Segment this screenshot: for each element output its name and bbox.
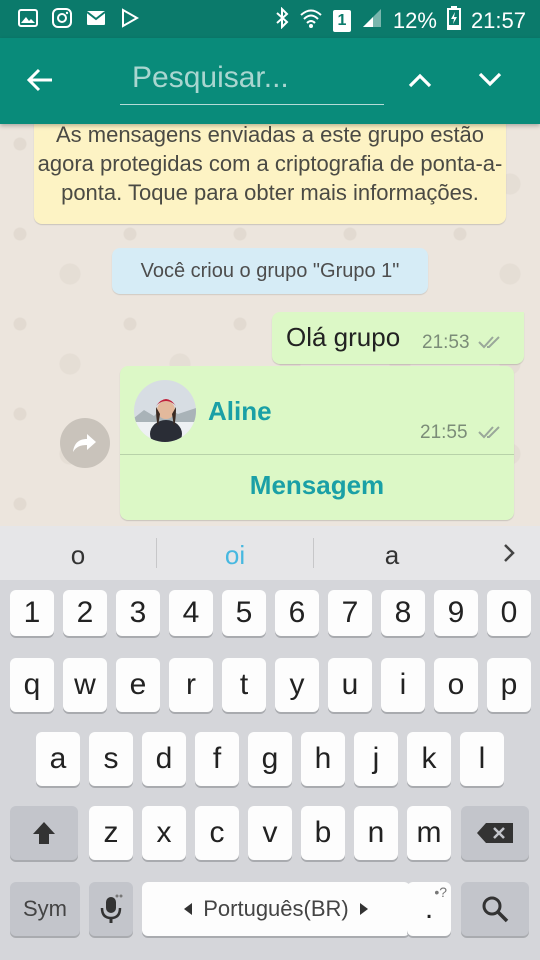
period-label: . [424,892,434,925]
key-y[interactable]: y [275,658,319,712]
key-u[interactable]: u [328,658,372,712]
shift-key[interactable] [10,806,78,860]
backspace-key[interactable] [461,806,529,860]
email-icon [86,8,106,28]
sim-icon: 1 [332,10,351,32]
caret-left-icon [184,903,193,915]
spacebar-key[interactable]: Português(BR) [142,882,410,936]
key-v[interactable]: v [248,806,292,860]
previous-result-button[interactable] [400,60,440,100]
backspace-icon [477,823,513,843]
encryption-notice[interactable]: As mensagens enviadas a este grupo estão… [34,124,506,224]
battery-percent: 12% [392,8,437,33]
suggestion-item[interactable]: o [0,526,156,580]
key-j[interactable]: j [354,732,398,786]
symbols-key[interactable]: Sym [10,882,80,936]
key-5[interactable]: 5 [222,590,266,636]
language-label: Português(BR) [203,896,349,921]
period-key[interactable]: •? . [407,882,451,936]
key-d[interactable]: d [142,732,186,786]
message-time: 21:55 [420,422,468,443]
wifi-icon [299,7,323,35]
key-3[interactable]: 3 [116,590,160,636]
key-h[interactable]: h [301,732,345,786]
key-c[interactable]: c [195,806,239,860]
key-q[interactable]: q [10,658,54,712]
key-9[interactable]: 9 [434,590,478,636]
key-x[interactable]: x [142,806,186,860]
key-a[interactable]: a [36,732,80,786]
key-i[interactable]: i [381,658,425,712]
forward-arrow-icon [73,434,96,452]
key-g[interactable]: g [248,732,292,786]
caret-right-icon [359,903,368,915]
signal-icon [361,7,383,35]
arrow-back-icon [26,68,52,92]
key-4[interactable]: 4 [169,590,213,636]
message-time: 21:53 [422,332,470,353]
outgoing-message[interactable]: Olá grupo 21:53 [272,312,524,364]
key-l[interactable]: l [460,732,504,786]
key-n[interactable]: n [354,806,398,860]
key-z[interactable]: z [89,806,133,860]
key-r[interactable]: r [169,658,213,712]
expand-suggestions-button[interactable] [494,538,524,568]
contact-card[interactable]: Aline 21:55 Mensagem [120,366,514,520]
forward-button[interactable] [60,418,110,468]
keyboard: o oi a 1 2 3 4 5 6 7 8 9 0 q w e r t y u… [0,526,540,960]
key-s[interactable]: s [89,732,133,786]
encryption-notice-text: As mensagens enviadas a este grupo estão… [37,124,503,205]
next-result-button[interactable] [470,60,510,100]
key-7[interactable]: 7 [328,590,372,636]
search-input[interactable] [120,56,384,100]
suggestion-bar: o oi a [0,526,540,580]
chevron-up-icon [408,73,432,88]
chevron-down-icon [478,72,502,87]
key-k[interactable]: k [407,732,451,786]
battery-icon [446,6,461,36]
double-check-icon [478,334,504,355]
key-p[interactable]: p [487,658,531,712]
search-toolbar [0,38,540,124]
message-contact-button[interactable]: Mensagem [120,455,514,515]
double-check-icon [478,424,504,445]
message-text: Olá grupo [286,322,401,352]
key-6[interactable]: 6 [275,590,319,636]
search-icon [482,896,509,923]
status-bar: 1 12% 21:57 [0,0,540,38]
play-store-icon [120,8,140,28]
bluetooth-icon [275,6,289,35]
key-w[interactable]: w [63,658,107,712]
shift-arrow-icon [33,822,55,844]
key-t[interactable]: t [222,658,266,712]
contact-avatar [134,380,196,442]
key-m[interactable]: m [407,806,451,860]
key-f[interactable]: f [195,732,239,786]
voice-input-key[interactable] [89,882,133,936]
search-field[interactable] [120,56,384,105]
chat-area[interactable]: As mensagens enviadas a este grupo estão… [0,124,540,526]
key-b[interactable]: b [301,806,345,860]
chevron-right-icon [504,544,515,562]
back-button[interactable] [20,60,60,100]
instagram-icon [52,8,72,28]
microphone-icon [100,894,123,923]
key-e[interactable]: e [116,658,160,712]
key-0[interactable]: 0 [487,590,531,636]
key-o[interactable]: o [434,658,478,712]
punctuation-hint: •? [434,884,447,900]
clock: 21:57 [470,8,526,33]
search-key[interactable] [461,882,529,936]
key-1[interactable]: 1 [10,590,54,636]
system-message: Você criou o grupo "Grupo 1" [112,248,428,294]
suggestion-item[interactable]: a [314,526,470,580]
suggestion-item[interactable]: oi [157,526,313,580]
key-8[interactable]: 8 [381,590,425,636]
gallery-icon [18,8,38,28]
key-2[interactable]: 2 [63,590,107,636]
contact-name: Aline [208,396,272,426]
